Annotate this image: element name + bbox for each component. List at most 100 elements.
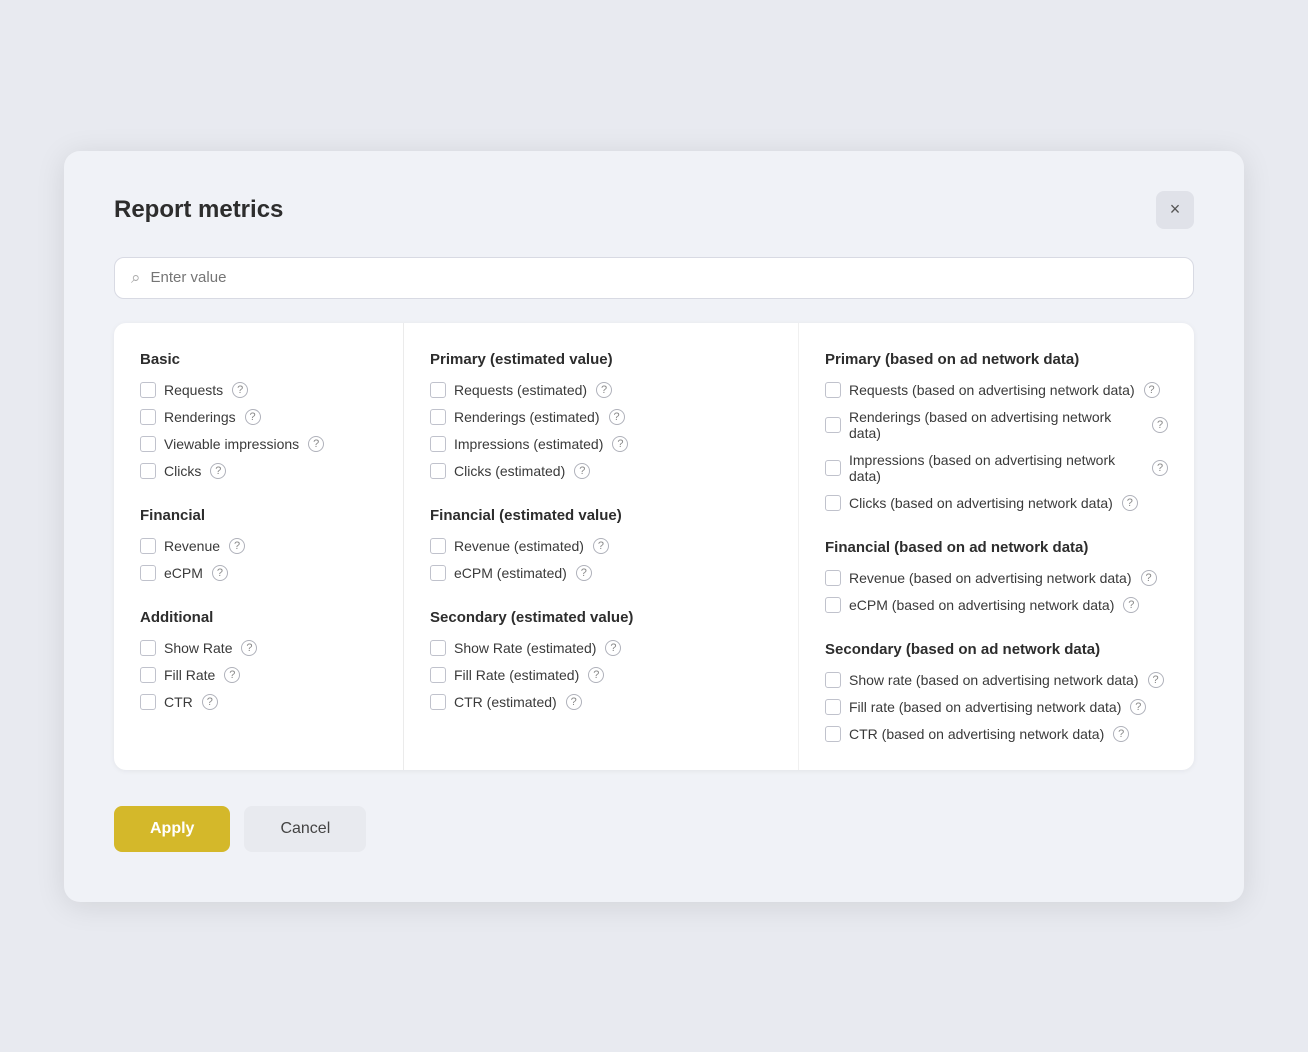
checkbox-row[interactable]: Revenue?: [140, 538, 377, 554]
help-icon[interactable]: ?: [593, 538, 609, 554]
checkbox-row[interactable]: Renderings (estimated)?: [430, 409, 772, 425]
help-icon[interactable]: ?: [202, 694, 218, 710]
section-title: Financial (based on ad network data): [825, 539, 1168, 556]
section-title: Basic: [140, 351, 377, 368]
checkbox-row[interactable]: eCPM (estimated)?: [430, 565, 772, 581]
checkbox[interactable]: [825, 570, 841, 586]
checkbox-row[interactable]: Impressions (based on advertising networ…: [825, 452, 1168, 484]
section: Primary (estimated value)Requests (estim…: [430, 351, 772, 479]
checkbox-row[interactable]: CTR (estimated)?: [430, 694, 772, 710]
checkbox[interactable]: [140, 565, 156, 581]
checkbox[interactable]: [430, 463, 446, 479]
checkbox-row[interactable]: Show Rate?: [140, 640, 377, 656]
help-icon[interactable]: ?: [574, 463, 590, 479]
checkbox-row[interactable]: Renderings?: [140, 409, 377, 425]
checkbox-row[interactable]: Clicks (estimated)?: [430, 463, 772, 479]
checkbox[interactable]: [140, 463, 156, 479]
checkbox[interactable]: [430, 538, 446, 554]
checkbox-row[interactable]: Viewable impressions?: [140, 436, 377, 452]
checkbox-label: CTR (based on advertising network data): [849, 726, 1104, 742]
checkbox[interactable]: [140, 409, 156, 425]
help-icon[interactable]: ?: [245, 409, 261, 425]
checkbox[interactable]: [140, 694, 156, 710]
checkbox[interactable]: [430, 409, 446, 425]
checkbox[interactable]: [825, 597, 841, 613]
section: BasicRequests?Renderings?Viewable impres…: [140, 351, 377, 479]
help-icon[interactable]: ?: [588, 667, 604, 683]
checkbox-row[interactable]: CTR (based on advertising network data)?: [825, 726, 1168, 742]
checkbox-row[interactable]: eCPM?: [140, 565, 377, 581]
checkbox-row[interactable]: Fill Rate?: [140, 667, 377, 683]
help-icon[interactable]: ?: [612, 436, 628, 452]
checkbox-row[interactable]: Requests (estimated)?: [430, 382, 772, 398]
checkbox[interactable]: [140, 640, 156, 656]
help-icon[interactable]: ?: [224, 667, 240, 683]
checkbox[interactable]: [140, 538, 156, 554]
checkbox-label: Show Rate: [164, 640, 232, 656]
checkbox[interactable]: [825, 417, 841, 433]
checkbox-row[interactable]: Requests?: [140, 382, 377, 398]
checkbox[interactable]: [825, 726, 841, 742]
cancel-button[interactable]: Cancel: [244, 806, 366, 852]
help-icon[interactable]: ?: [609, 409, 625, 425]
checkbox-row[interactable]: Impressions (estimated)?: [430, 436, 772, 452]
checkbox-row[interactable]: Fill Rate (estimated)?: [430, 667, 772, 683]
checkbox-row[interactable]: CTR?: [140, 694, 377, 710]
section-title: Primary (based on ad network data): [825, 351, 1168, 368]
help-icon[interactable]: ?: [1141, 570, 1157, 586]
help-icon[interactable]: ?: [1144, 382, 1160, 398]
checkbox[interactable]: [430, 436, 446, 452]
checkbox[interactable]: [825, 382, 841, 398]
checkbox-label: Renderings: [164, 409, 236, 425]
checkbox-label: eCPM (based on advertising network data): [849, 597, 1114, 613]
checkbox[interactable]: [825, 672, 841, 688]
checkbox[interactable]: [430, 640, 446, 656]
help-icon[interactable]: ?: [1113, 726, 1129, 742]
checkbox-row[interactable]: Requests (based on advertising network d…: [825, 382, 1168, 398]
help-icon[interactable]: ?: [596, 382, 612, 398]
checkbox-row[interactable]: Clicks (based on advertising network dat…: [825, 495, 1168, 511]
help-icon[interactable]: ?: [1123, 597, 1139, 613]
help-icon[interactable]: ?: [1152, 460, 1168, 476]
section: FinancialRevenue?eCPM?: [140, 507, 377, 581]
checkbox[interactable]: [825, 495, 841, 511]
checkbox[interactable]: [430, 565, 446, 581]
help-icon[interactable]: ?: [308, 436, 324, 452]
checkbox-row[interactable]: Revenue (estimated)?: [430, 538, 772, 554]
checkbox-row[interactable]: Show rate (based on advertising network …: [825, 672, 1168, 688]
checkbox-row[interactable]: Renderings (based on advertising network…: [825, 409, 1168, 441]
checkbox[interactable]: [140, 382, 156, 398]
checkbox-row[interactable]: eCPM (based on advertising network data)…: [825, 597, 1168, 613]
search-input[interactable]: [151, 269, 1177, 286]
checkbox-label: Impressions (based on advertising networ…: [849, 452, 1143, 484]
help-icon[interactable]: ?: [1122, 495, 1138, 511]
checkbox-row[interactable]: Revenue (based on advertising network da…: [825, 570, 1168, 586]
checkbox[interactable]: [430, 694, 446, 710]
checkbox[interactable]: [140, 667, 156, 683]
help-icon[interactable]: ?: [566, 694, 582, 710]
checkbox[interactable]: [825, 699, 841, 715]
help-icon[interactable]: ?: [605, 640, 621, 656]
checkbox[interactable]: [140, 436, 156, 452]
help-icon[interactable]: ?: [232, 382, 248, 398]
checkbox-label: Show rate (based on advertising network …: [849, 672, 1139, 688]
help-icon[interactable]: ?: [576, 565, 592, 581]
checkbox-label: Revenue: [164, 538, 220, 554]
checkbox-label: CTR (estimated): [454, 694, 557, 710]
checkbox-row[interactable]: Clicks?: [140, 463, 377, 479]
checkbox-row[interactable]: Show Rate (estimated)?: [430, 640, 772, 656]
checkbox[interactable]: [825, 460, 841, 476]
help-icon[interactable]: ?: [1152, 417, 1168, 433]
checkbox[interactable]: [430, 382, 446, 398]
dialog-header: Report metrics ×: [114, 191, 1194, 229]
help-icon[interactable]: ?: [241, 640, 257, 656]
close-button[interactable]: ×: [1156, 191, 1194, 229]
checkbox-row[interactable]: Fill rate (based on advertising network …: [825, 699, 1168, 715]
checkbox[interactable]: [430, 667, 446, 683]
help-icon[interactable]: ?: [212, 565, 228, 581]
help-icon[interactable]: ?: [210, 463, 226, 479]
help-icon[interactable]: ?: [1130, 699, 1146, 715]
help-icon[interactable]: ?: [229, 538, 245, 554]
apply-button[interactable]: Apply: [114, 806, 230, 852]
help-icon[interactable]: ?: [1148, 672, 1164, 688]
